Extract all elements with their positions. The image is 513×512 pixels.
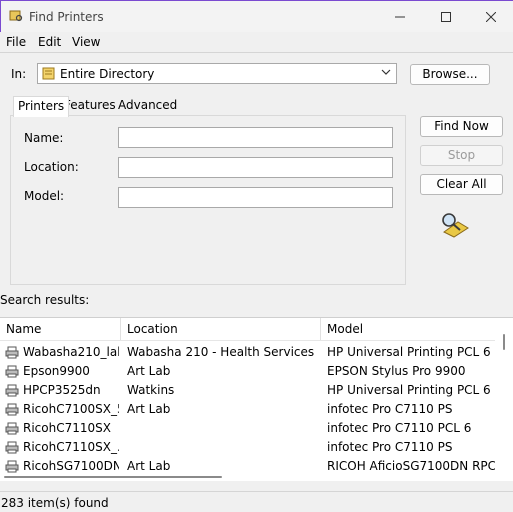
column-divider[interactable]	[320, 318, 321, 340]
vertical-scrollbar[interactable]	[497, 318, 513, 481]
table-row[interactable]: Wabasha210_label Wabasha 210 - Health Se…	[0, 343, 495, 362]
close-icon	[486, 12, 496, 22]
cell-location: Art Lab	[127, 459, 171, 473]
menu-bar: File Edit View	[0, 32, 513, 53]
cell-name: Epson9900	[23, 364, 90, 378]
cell-name: RicohC7100SX_5...	[23, 402, 119, 416]
find-now-button[interactable]: Find Now	[420, 116, 503, 137]
cell-name: Wabasha210_label	[23, 345, 119, 359]
table-row[interactable]: HPCP3525dn Watkins HP Universal Printing…	[0, 381, 495, 400]
column-location[interactable]: Location	[127, 322, 178, 336]
status-bar: 283 item(s) found	[0, 491, 513, 512]
table-row[interactable]: RicohC7110SX infotec Pro C7110 PCL 6	[0, 419, 495, 438]
minimize-button[interactable]	[377, 1, 423, 33]
name-field[interactable]	[118, 127, 393, 148]
column-divider[interactable]	[120, 318, 121, 340]
maximize-icon	[441, 12, 451, 22]
maximize-button[interactable]	[423, 1, 469, 33]
model-field[interactable]	[118, 187, 393, 208]
horizontal-scrollbar[interactable]	[0, 474, 495, 481]
cell-model: EPSON Stylus Pro 9900	[327, 364, 466, 378]
window-title: Find Printers	[29, 10, 104, 24]
cell-location: Art Lab	[127, 402, 171, 416]
table-row[interactable]: Epson9900 Art Lab EPSON Stylus Pro 9900	[0, 362, 495, 381]
printer-icon	[5, 441, 19, 454]
directory-icon	[42, 67, 55, 80]
directory-combo[interactable]: Entire Directory	[37, 63, 397, 84]
cell-model: infotec Pro C7110 PS	[327, 402, 453, 416]
title-bar: Find Printers	[0, 0, 513, 32]
location-label: Location:	[24, 160, 79, 174]
search-results-label: Search results:	[0, 293, 90, 307]
horizontal-scroll-thumb[interactable]	[4, 476, 222, 478]
column-model[interactable]: Model	[327, 322, 363, 336]
table-row[interactable]: RicohC7100SX_5... Art Lab infotec Pro C7…	[0, 400, 495, 419]
cell-name: RicohC7110SX	[23, 421, 111, 435]
cell-location: Watkins	[127, 383, 175, 397]
printer-icon	[5, 384, 19, 397]
tab-printers[interactable]: Printers	[13, 96, 70, 117]
printer-icon	[5, 365, 19, 378]
browse-button[interactable]: Browse...	[410, 64, 490, 85]
vertical-scroll-thumb[interactable]	[503, 334, 505, 350]
find-printers-app-icon	[9, 10, 23, 22]
printer-icon	[5, 422, 19, 435]
column-name[interactable]: Name	[6, 322, 41, 336]
chevron-down-icon[interactable]	[380, 66, 392, 78]
name-label: Name:	[24, 131, 64, 145]
search-flashlight-icon	[442, 213, 469, 238]
table-row[interactable]: RicohC7110SX_... infotec Pro C7110 PS	[0, 438, 495, 457]
cell-model: infotec Pro C7110 PCL 6	[327, 421, 472, 435]
status-text: 283 item(s) found	[1, 496, 109, 510]
in-label: In:	[11, 67, 27, 81]
location-field[interactable]	[118, 157, 393, 178]
printer-icon	[5, 460, 19, 473]
stop-button[interactable]: Stop	[420, 145, 503, 166]
printer-icon	[5, 346, 19, 359]
cell-location: Wabasha 210 - Health Services	[127, 345, 315, 359]
menu-edit[interactable]: Edit	[38, 35, 61, 49]
cell-name: RicohSG7100DN	[23, 459, 119, 473]
cell-model: infotec Pro C7110 PS	[327, 440, 453, 454]
results-list[interactable]: Name Location Model Wabasha210_label Wab…	[0, 317, 513, 481]
clear-all-button[interactable]: Clear All	[420, 174, 503, 195]
printer-icon	[5, 403, 19, 416]
directory-value: Entire Directory	[60, 67, 155, 81]
tab-advanced[interactable]: Advanced	[114, 96, 181, 116]
cell-name: HPCP3525dn	[23, 383, 101, 397]
close-button[interactable]	[468, 1, 513, 33]
minimize-icon	[395, 16, 405, 18]
cell-model: HP Universal Printing PCL 6 (v6.	[327, 345, 495, 359]
cell-location: Art Lab	[127, 364, 171, 378]
cell-name: RicohC7110SX_...	[23, 440, 119, 454]
model-label: Model:	[24, 189, 65, 203]
results-header: Name Location Model	[0, 318, 495, 341]
cell-model: HP Universal Printing PCL 6 (v6.	[327, 383, 495, 397]
cell-model: RICOH AficioSG7100DN RPCS-R	[327, 459, 495, 473]
menu-file[interactable]: File	[6, 35, 26, 49]
menu-view[interactable]: View	[72, 35, 100, 49]
